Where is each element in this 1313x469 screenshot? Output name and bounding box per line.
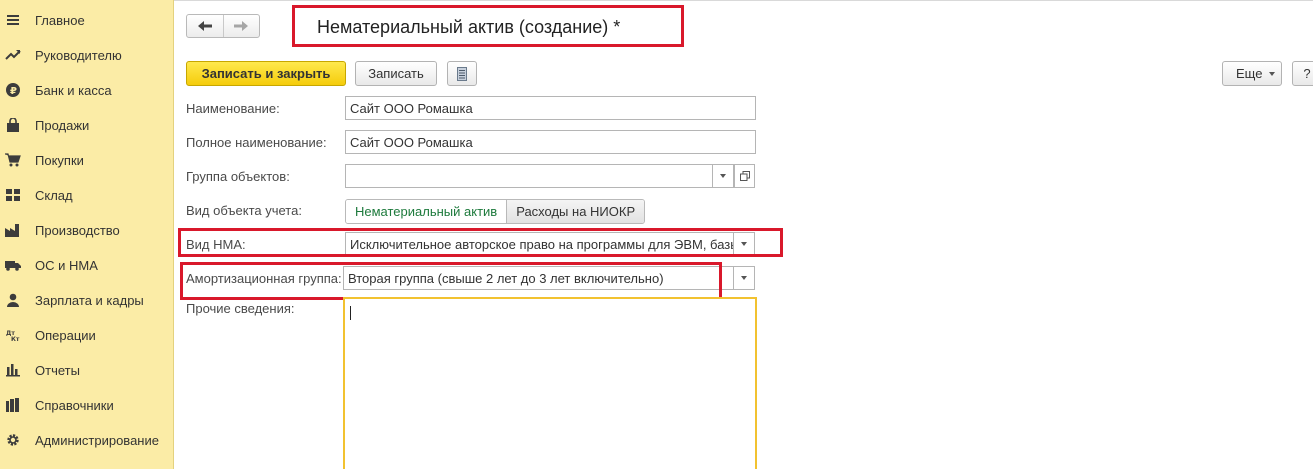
- full-name-field[interactable]: Сайт ООО Ромашка: [345, 130, 756, 154]
- sidebar-item-assets[interactable]: ОС и НМА: [0, 248, 174, 282]
- cart-icon: [5, 152, 21, 168]
- chevron-down-icon: [741, 242, 747, 246]
- name-label: Наименование:: [186, 101, 280, 116]
- top-border: [174, 0, 1313, 1]
- person-icon: [5, 292, 21, 308]
- trend-icon: [5, 47, 21, 63]
- sidebar-item-production[interactable]: Производство: [0, 213, 174, 247]
- dt-kt-icon: Дт Кт: [5, 327, 21, 343]
- more-button-label: Еще: [1236, 66, 1263, 81]
- menu-icon: [5, 12, 21, 28]
- back-button[interactable]: [187, 15, 223, 37]
- amortization-group-field[interactable]: Вторая группа (свыше 2 лет до 3 лет вклю…: [343, 266, 734, 290]
- sidebar-item-label: Продажи: [35, 117, 90, 133]
- amortization-group-label: Амортизационная группа:: [186, 271, 342, 286]
- nav-buttons: [186, 14, 260, 38]
- arrow-right-icon: [234, 21, 249, 31]
- text-caret: [350, 306, 351, 320]
- sidebar-item-reports[interactable]: Отчеты: [0, 353, 174, 387]
- group-open-button[interactable]: [734, 164, 755, 188]
- arrow-left-icon: [197, 21, 212, 31]
- sidebar-item-salary[interactable]: Зарплата и кадры: [0, 283, 174, 317]
- document-list-icon: [457, 66, 467, 81]
- report-button[interactable]: [447, 61, 477, 86]
- sidebar-item-label: Администрирование: [35, 432, 159, 448]
- other-info-textarea[interactable]: [343, 297, 757, 469]
- account-type-rnd-option[interactable]: Расходы на НИОКР: [506, 200, 645, 223]
- sidebar-item-label: Справочники: [35, 397, 114, 413]
- sidebar-item-references[interactable]: Справочники: [0, 388, 174, 422]
- account-type-nma-option[interactable]: Нематериальный актив: [346, 200, 507, 223]
- full-name-label: Полное наименование:: [186, 135, 327, 150]
- sidebar-item-main[interactable]: Главное: [0, 3, 174, 37]
- ruble-icon: ₽: [5, 82, 21, 98]
- bag-icon: [5, 117, 21, 133]
- bar-chart-icon: [5, 362, 21, 378]
- sidebar-item-purchases[interactable]: Покупки: [0, 143, 174, 177]
- factory-icon: [5, 222, 21, 238]
- sidebar: Главное Руководителю ₽ Банк и касса Прод…: [0, 0, 174, 469]
- sidebar-item-sales[interactable]: Продажи: [0, 108, 174, 142]
- svg-text:₽: ₽: [10, 86, 17, 97]
- save-and-close-button[interactable]: Записать и закрыть: [186, 61, 346, 86]
- other-info-label: Прочие сведения:: [186, 301, 295, 316]
- sidebar-item-operations[interactable]: Дт Кт Операции: [0, 318, 174, 352]
- forward-button[interactable]: [222, 15, 260, 37]
- save-button[interactable]: Записать: [355, 61, 437, 86]
- nma-type-label: Вид НМА:: [186, 237, 246, 252]
- sidebar-item-label: Руководителю: [35, 47, 122, 63]
- more-button[interactable]: Еще: [1222, 61, 1282, 86]
- sidebar-item-admin[interactable]: Администрирование: [0, 423, 174, 457]
- account-type-label: Вид объекта учета:: [186, 203, 302, 218]
- sidebar-item-director[interactable]: Руководителю: [0, 38, 174, 72]
- books-icon: [5, 397, 21, 413]
- sidebar-item-label: Операции: [35, 327, 96, 343]
- sidebar-item-bank[interactable]: ₽ Банк и касса: [0, 73, 174, 107]
- truck-icon: [5, 257, 21, 273]
- chevron-down-icon: [741, 276, 747, 280]
- group-dropdown-button[interactable]: [713, 164, 734, 188]
- gear-icon: [5, 432, 21, 448]
- chevron-down-icon: [1269, 71, 1276, 76]
- amortization-group-dropdown-button[interactable]: [734, 266, 755, 290]
- sidebar-item-label: Зарплата и кадры: [35, 292, 144, 308]
- svg-text:Кт: Кт: [11, 336, 20, 342]
- sidebar-item-label: ОС и НМА: [35, 257, 98, 273]
- sidebar-item-label: Покупки: [35, 152, 84, 168]
- name-field[interactable]: Сайт ООО Ромашка: [345, 96, 756, 120]
- nma-type-dropdown-button[interactable]: [734, 232, 755, 256]
- sidebar-item-label: Банк и касса: [35, 82, 112, 98]
- sidebar-item-label: Главное: [35, 12, 85, 28]
- account-type-switch: Нематериальный актив Расходы на НИОКР: [345, 199, 646, 224]
- grid-icon: [5, 187, 21, 203]
- chevron-down-icon: [720, 174, 726, 178]
- sidebar-item-label: Склад: [35, 187, 73, 203]
- group-label: Группа объектов:: [186, 169, 290, 184]
- page-title: Нематериальный актив (создание) *: [317, 17, 621, 37]
- help-button[interactable]: ?: [1292, 61, 1313, 86]
- open-icon: [739, 171, 750, 181]
- nma-type-field[interactable]: Исключительное авторское право на програ…: [345, 232, 734, 256]
- sidebar-item-label: Отчеты: [35, 362, 80, 378]
- sidebar-item-label: Производство: [35, 222, 120, 238]
- sidebar-item-warehouse[interactable]: Склад: [0, 178, 174, 212]
- group-field[interactable]: [345, 164, 713, 188]
